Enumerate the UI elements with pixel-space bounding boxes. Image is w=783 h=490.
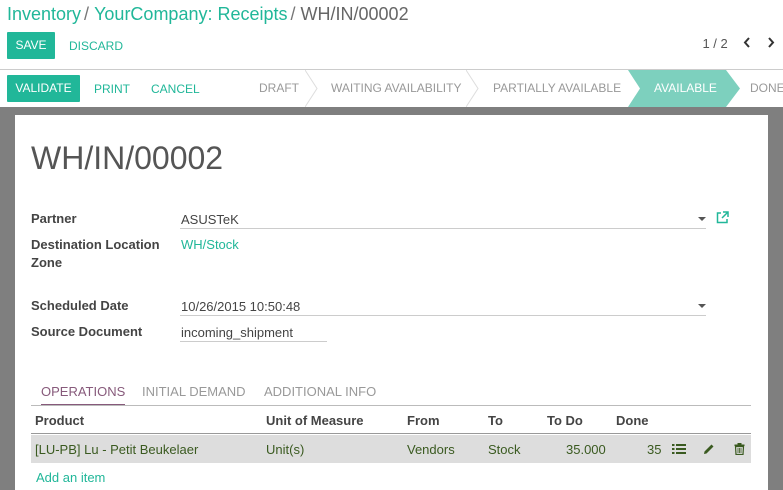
breadcrumb-inventory[interactable]: Inventory [7,4,81,24]
source-document-underline [180,341,327,342]
status-bar: VALIDATE PRINT CANCEL DRAFT WAITING AVAI… [0,69,783,107]
tab-operations[interactable]: OPERATIONS [41,384,126,406]
column-header-todo[interactable]: To Do [547,413,583,428]
discard-button[interactable]: DISCARD [69,39,123,53]
stage-waiting[interactable]: WAITING AVAILABILITY [331,70,461,107]
cell-product: [LU-PB] Lu - Petit Beukelaer [35,442,199,457]
column-header-uom[interactable]: Unit of Measure [266,413,364,428]
add-item-link[interactable]: Add an item [36,470,105,485]
save-button[interactable]: SAVE [7,32,55,59]
stage-done[interactable]: DONE [750,70,783,107]
source-document-field[interactable]: incoming_shipment [181,325,293,340]
stage-available[interactable]: AVAILABLE [654,70,717,107]
tab-additional-info[interactable]: ADDITIONAL INFO [264,384,376,399]
breadcrumb-separator: / [290,4,296,24]
stage-separator [305,70,318,107]
breadcrumb-current: WH/IN/00002 [300,4,409,24]
trash-icon[interactable] [734,443,745,455]
cell-uom: Unit(s) [266,442,305,457]
partner-label: Partner [31,211,77,226]
record-title: WH/IN/00002 [31,140,224,176]
destination-link[interactable]: WH/Stock [181,237,239,252]
column-header-done[interactable]: Done [616,413,649,428]
tab-initial-demand[interactable]: INITIAL DEMAND [142,384,246,399]
destination-label: Destination Location [31,237,160,252]
destination-label-zone: Zone [31,255,63,270]
breadcrumb: Inventory / YourCompany: Receipts / WH/IN/00… [7,4,409,25]
scheduled-date-label: Scheduled Date [31,298,129,313]
breadcrumb-receipts[interactable]: YourCompany: Receipts [94,4,287,24]
tabs-divider [31,405,751,406]
pager-value: 1 / 2 [702,36,728,51]
print-button[interactable]: PRINT [94,82,130,96]
cell-from: Vendors [407,442,455,457]
stage-partially-available[interactable]: PARTIALLY AVAILABLE [493,70,621,107]
partner-underline [180,228,706,229]
cell-to: Stock [488,442,521,457]
list-details-icon[interactable] [672,443,686,455]
external-link-icon[interactable] [716,211,729,224]
scheduled-date-underline [180,315,706,316]
pencil-icon[interactable] [703,443,715,455]
source-document-label: Source Document [31,324,143,339]
column-header-from[interactable]: From [407,413,440,428]
validate-button[interactable]: VALIDATE [7,75,80,102]
column-header-to[interactable]: To [488,413,503,428]
chevron-right-icon[interactable] [767,36,775,51]
column-header-product[interactable]: Product [35,413,84,428]
pager: 1 / 2 [702,36,775,51]
table-header-divider [31,433,751,434]
stage-draft[interactable]: DRAFT [259,70,299,107]
scheduled-date-field[interactable]: 10/26/2015 10:50:48 [181,299,300,314]
cell-todo: 35.000 [566,442,606,457]
partner-field[interactable]: ASUSTeK [181,212,239,227]
chevron-left-icon[interactable] [743,36,751,51]
stage-separator [466,70,479,107]
cell-done: 35 [647,442,662,457]
caret-down-icon[interactable] [698,304,706,308]
breadcrumb-separator: / [84,4,90,24]
cancel-button[interactable]: CANCEL [151,82,200,96]
caret-down-icon[interactable] [698,217,706,221]
